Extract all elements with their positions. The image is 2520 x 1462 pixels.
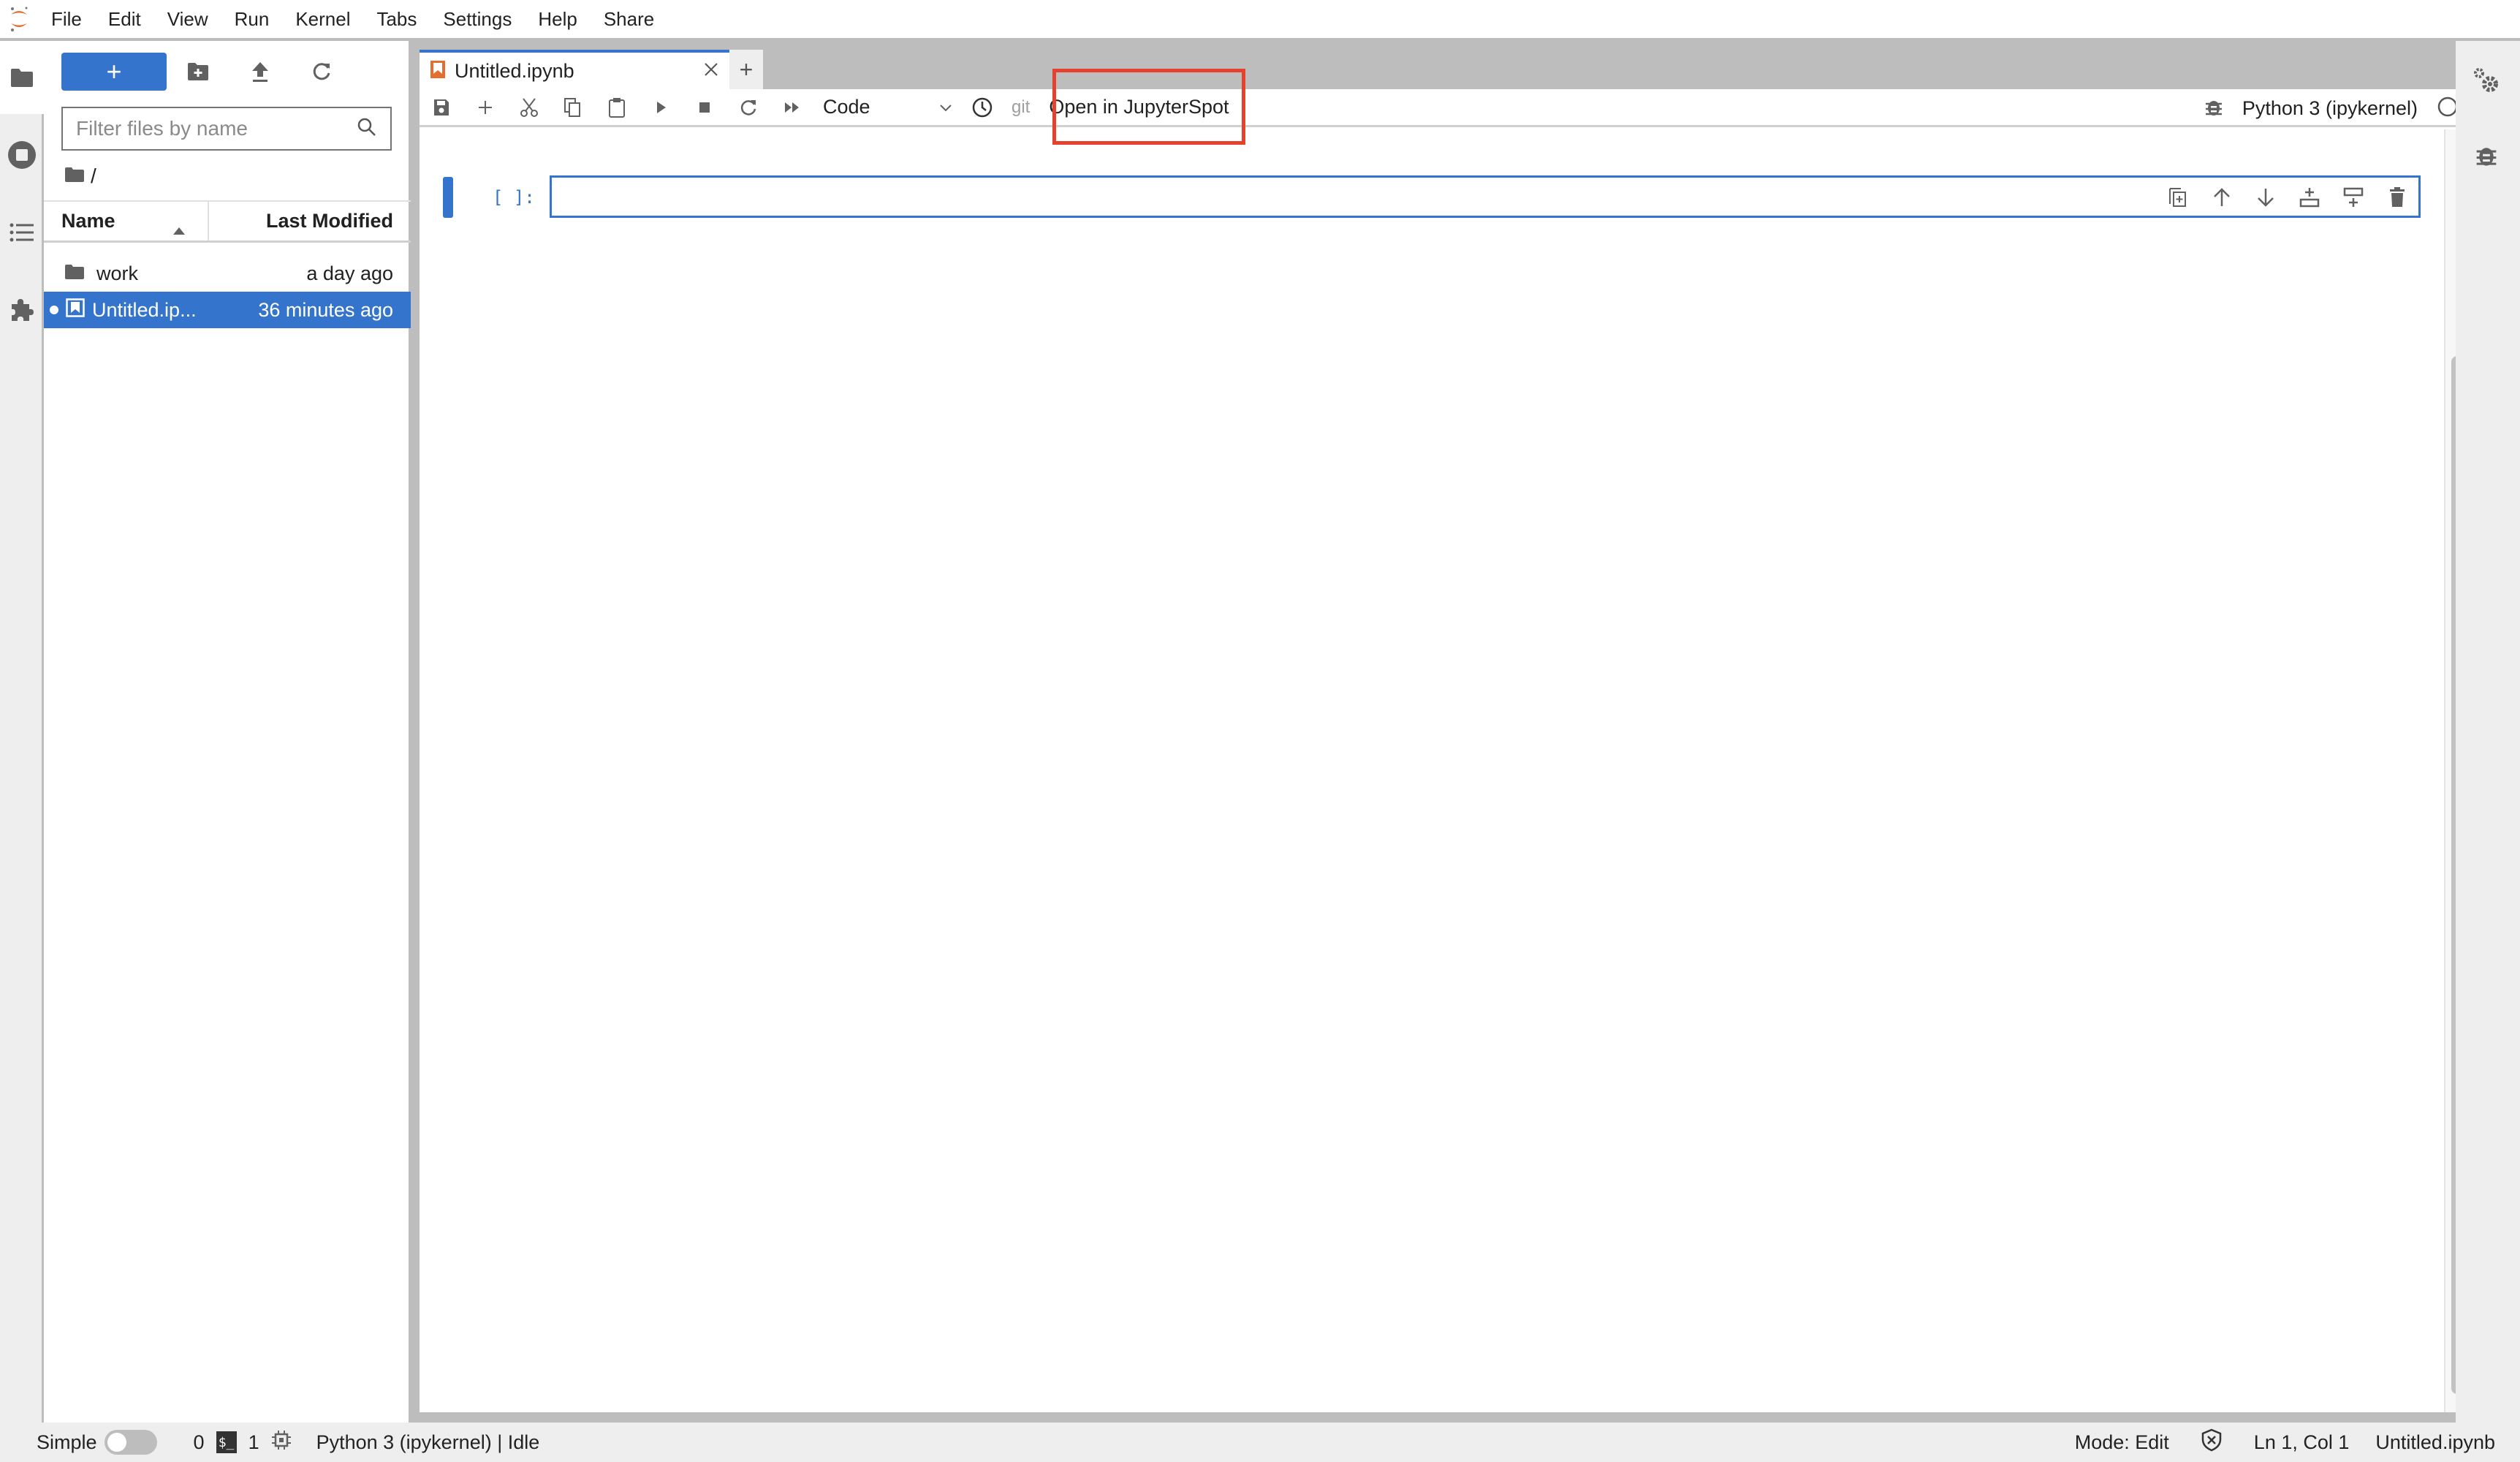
restart-run-all-icon[interactable] bbox=[770, 88, 814, 126]
home-folder-icon[interactable] bbox=[64, 164, 85, 188]
cell-prompt: [ ]: bbox=[493, 187, 535, 208]
active-cell-indicator bbox=[443, 177, 453, 218]
sort-ascending-icon bbox=[172, 218, 186, 240]
column-name-label: Name bbox=[61, 210, 115, 232]
restart-kernel-icon[interactable] bbox=[726, 88, 770, 126]
search-icon bbox=[357, 117, 377, 141]
menu-tabs[interactable]: Tabs bbox=[363, 0, 430, 39]
file-list-header: Name Last Modified bbox=[44, 200, 411, 243]
file-name: Untitled.ip... bbox=[92, 298, 197, 321]
mode-indicator: Mode: Edit bbox=[2074, 1431, 2169, 1453]
running-indicator-icon bbox=[50, 306, 58, 314]
column-modified-label: Last Modified bbox=[266, 210, 393, 232]
chevron-down-icon bbox=[938, 96, 953, 118]
delete-cell-icon[interactable] bbox=[2382, 182, 2413, 213]
terminals-count: 0 bbox=[193, 1431, 205, 1453]
column-header-last-modified[interactable]: Last Modified bbox=[209, 202, 411, 240]
paste-icon[interactable] bbox=[595, 88, 639, 126]
menu-bar: File Edit View Run Kernel Tabs Settings … bbox=[0, 0, 2520, 41]
menu-edit[interactable]: Edit bbox=[95, 0, 154, 39]
property-inspector-gears-icon[interactable] bbox=[2472, 66, 2501, 95]
extension-puzzle-icon[interactable] bbox=[7, 295, 37, 325]
menu-run[interactable]: Run bbox=[221, 0, 283, 39]
git-button[interactable]: git bbox=[1004, 97, 1037, 118]
cell-type-dropdown[interactable]: Code bbox=[814, 96, 960, 118]
insert-cell-below-icon[interactable] bbox=[2338, 182, 2369, 213]
move-cell-down-icon[interactable] bbox=[2250, 182, 2281, 213]
notebook-tab-icon bbox=[430, 60, 446, 83]
cell-toolbar bbox=[2163, 182, 2413, 213]
running-summary[interactable]: 0 $_ 1 bbox=[194, 1430, 292, 1455]
trust-shield-icon[interactable] bbox=[2201, 1428, 2222, 1457]
file-modified: 36 minutes ago bbox=[258, 298, 393, 321]
debugger-bug-icon[interactable] bbox=[2204, 96, 2223, 121]
folder-icon[interactable] bbox=[7, 63, 37, 92]
interrupt-kernel-icon[interactable] bbox=[683, 88, 726, 126]
clock-history-icon[interactable] bbox=[960, 88, 1004, 126]
new-launcher-button[interactable]: + bbox=[61, 53, 167, 91]
insert-cell-above-icon[interactable] bbox=[2294, 182, 2325, 213]
menu-settings[interactable]: Settings bbox=[430, 0, 525, 39]
kernel-area: Python 3 (ipykernel) bbox=[2204, 89, 2466, 127]
kernel-chip-icon bbox=[271, 1430, 292, 1455]
insert-cell-icon[interactable] bbox=[463, 88, 507, 126]
simple-mode-toggle[interactable] bbox=[104, 1430, 157, 1455]
jupyter-logo-icon bbox=[0, 0, 38, 39]
running-stop-icon[interactable] bbox=[7, 140, 37, 170]
debugger-bug-icon[interactable] bbox=[2472, 140, 2501, 170]
tab-untitled-ipynb[interactable]: Untitled.ipynb bbox=[420, 50, 729, 89]
simple-mode-label: Simple bbox=[37, 1431, 97, 1453]
new-folder-icon[interactable] bbox=[183, 57, 213, 86]
file-modified: a day ago bbox=[306, 262, 393, 284]
current-file-name: Untitled.ipynb bbox=[2375, 1431, 2495, 1453]
menu-help[interactable]: Help bbox=[525, 0, 590, 39]
close-tab-icon[interactable] bbox=[703, 61, 719, 81]
copy-icon[interactable] bbox=[551, 88, 595, 126]
cell-type-value: Code bbox=[823, 96, 870, 118]
notebook-icon bbox=[66, 298, 85, 322]
upload-icon[interactable] bbox=[246, 57, 275, 86]
add-tab-button[interactable]: + bbox=[729, 50, 763, 89]
cut-icon[interactable] bbox=[507, 88, 551, 126]
filter-files-input[interactable] bbox=[76, 117, 357, 140]
file-row-work[interactable]: work a day ago bbox=[44, 255, 411, 292]
breadcrumb: / bbox=[64, 162, 96, 191]
filter-files-field[interactable] bbox=[61, 107, 392, 151]
folder-icon bbox=[64, 262, 85, 285]
notebook-toolbar: Code git Open in JupyterSpot Python 3 (i… bbox=[420, 89, 2466, 127]
right-sidebar-tabs bbox=[2456, 41, 2520, 1423]
code-cell-editor[interactable] bbox=[550, 175, 2421, 218]
file-browser: + / Name Last Modified bbox=[44, 41, 411, 1423]
notebook-panel: Code git Open in JupyterSpot Python 3 (i… bbox=[420, 89, 2466, 1412]
menu-view[interactable]: View bbox=[154, 0, 221, 39]
main-dock-area: Untitled.ipynb + Code git Open in Jupyte… bbox=[411, 41, 2466, 1423]
menu-file[interactable]: File bbox=[38, 0, 95, 39]
file-row-untitled-ipynb[interactable]: Untitled.ip... 36 minutes ago bbox=[44, 292, 411, 328]
refresh-icon[interactable] bbox=[307, 57, 336, 86]
table-of-contents-icon[interactable] bbox=[7, 218, 37, 247]
save-icon[interactable] bbox=[420, 88, 463, 126]
move-cell-up-icon[interactable] bbox=[2206, 182, 2237, 213]
tab-title: Untitled.ipynb bbox=[455, 59, 574, 82]
left-sidebar-tabs bbox=[0, 41, 44, 1423]
jupyterspot-highlight-box bbox=[1052, 69, 1245, 145]
kernel-name-button[interactable]: Python 3 (ipykernel) bbox=[2242, 97, 2418, 120]
run-cell-icon[interactable] bbox=[639, 88, 683, 126]
terminal-icon: $_ bbox=[216, 1431, 237, 1453]
file-name: work bbox=[96, 262, 139, 284]
menu-kernel[interactable]: Kernel bbox=[282, 0, 363, 39]
cursor-position[interactable]: Ln 1, Col 1 bbox=[2254, 1431, 2350, 1454]
simple-mode-toggle-group: Simple bbox=[37, 1430, 157, 1455]
menu-share[interactable]: Share bbox=[591, 0, 667, 39]
breadcrumb-root[interactable]: / bbox=[91, 164, 96, 188]
duplicate-cell-icon[interactable] bbox=[2163, 182, 2193, 213]
column-header-name[interactable]: Name bbox=[44, 202, 209, 240]
kernel-status-text[interactable]: Python 3 (ipykernel) | Idle bbox=[316, 1431, 540, 1454]
status-bar: Simple 0 $_ 1 Python 3 (ipykernel) | Idl… bbox=[0, 1423, 2520, 1462]
kernels-count: 1 bbox=[248, 1431, 259, 1453]
